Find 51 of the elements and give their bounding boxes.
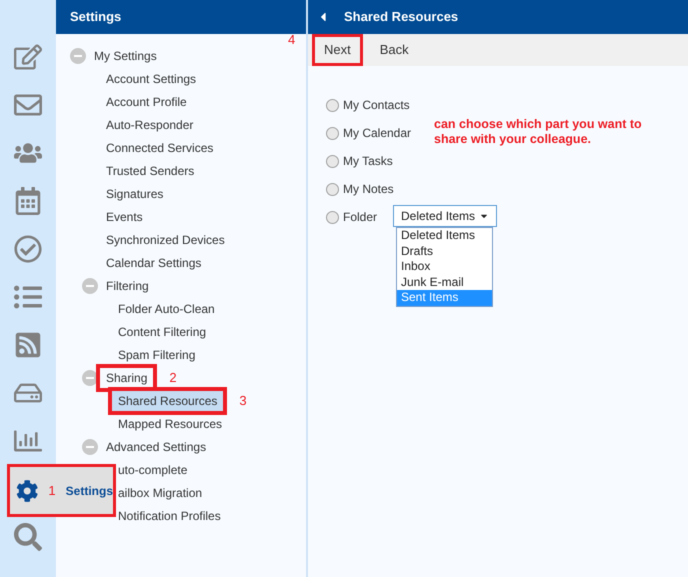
dropdown-option[interactable]: Drafts [397,244,492,260]
tree-item[interactable]: Mapped Resources [116,414,224,432]
dropdown-option[interactable]: Junk E-mail [397,274,492,290]
panel-title: Shared Resources [344,8,458,26]
dropdown-option[interactable]: Inbox [397,259,492,275]
callout-number: 3 [239,392,247,410]
callout-number: 2 [169,368,177,387]
nav-label: Settings [66,482,113,500]
radio-button[interactable] [326,210,339,224]
tree-item[interactable]: Content Filtering [116,322,208,340]
tree-item[interactable]: Calendar Settings [104,254,204,272]
radio-button[interactable] [326,182,339,196]
tree-item[interactable]: Auto-Responder [104,116,196,134]
folder-select[interactable]: Deleted Items [393,205,497,227]
rss-icon[interactable] [14,331,42,359]
calendar-icon[interactable] [14,187,42,215]
radio-button[interactable] [326,154,339,168]
option-label: My Contacts [343,97,410,114]
annotation-note: can choose which part you want to share with your colleague. [434,117,643,147]
radio-button[interactable] [326,98,339,112]
toolbar-button[interactable]: Back [370,34,418,66]
edit-icon[interactable] [14,43,42,71]
option-label: My Calendar [343,125,412,142]
tree-item[interactable]: Trusted Senders [104,162,196,180]
option-label: Folder [343,209,378,226]
tree-item[interactable]: Account Settings [104,70,198,88]
tree-item[interactable]: uto-complete [116,460,190,478]
tree-item[interactable]: ailbox Migration [116,484,204,502]
tree-item[interactable]: My Settings [92,46,159,64]
panel-title: Settings [70,8,122,26]
list-icon[interactable] [14,283,42,311]
tree-item[interactable]: Spam Filtering [116,346,198,364]
option-label: My Tasks [343,153,393,170]
callout-number: 4 [288,31,296,49]
settings-nav-item[interactable]: 1 Settings [7,464,116,517]
search-icon[interactable] [14,523,42,551]
toolbar-button[interactable]: Next [312,34,363,66]
option-label: My Notes [343,181,394,198]
tree-item[interactable]: Connected Services [104,138,216,156]
tree-item[interactable]: Events [104,208,145,226]
tree-item[interactable]: Advanced Settings [104,438,208,456]
tree-item[interactable]: Synchronized Devices [104,230,227,248]
radio-button[interactable] [326,126,339,140]
tree-item[interactable]: Shared Resources [108,386,228,414]
tree-item[interactable]: Signatures [104,184,166,202]
callout-number: 1 [48,482,56,500]
tree-item[interactable]: Notification Profiles [116,506,223,524]
tree-item[interactable]: Account Profile [104,92,189,110]
dropdown-option[interactable]: Deleted Items [397,228,492,244]
tree-item[interactable]: Folder Auto-Clean [116,300,217,318]
tree-item[interactable]: Filtering [104,276,151,294]
